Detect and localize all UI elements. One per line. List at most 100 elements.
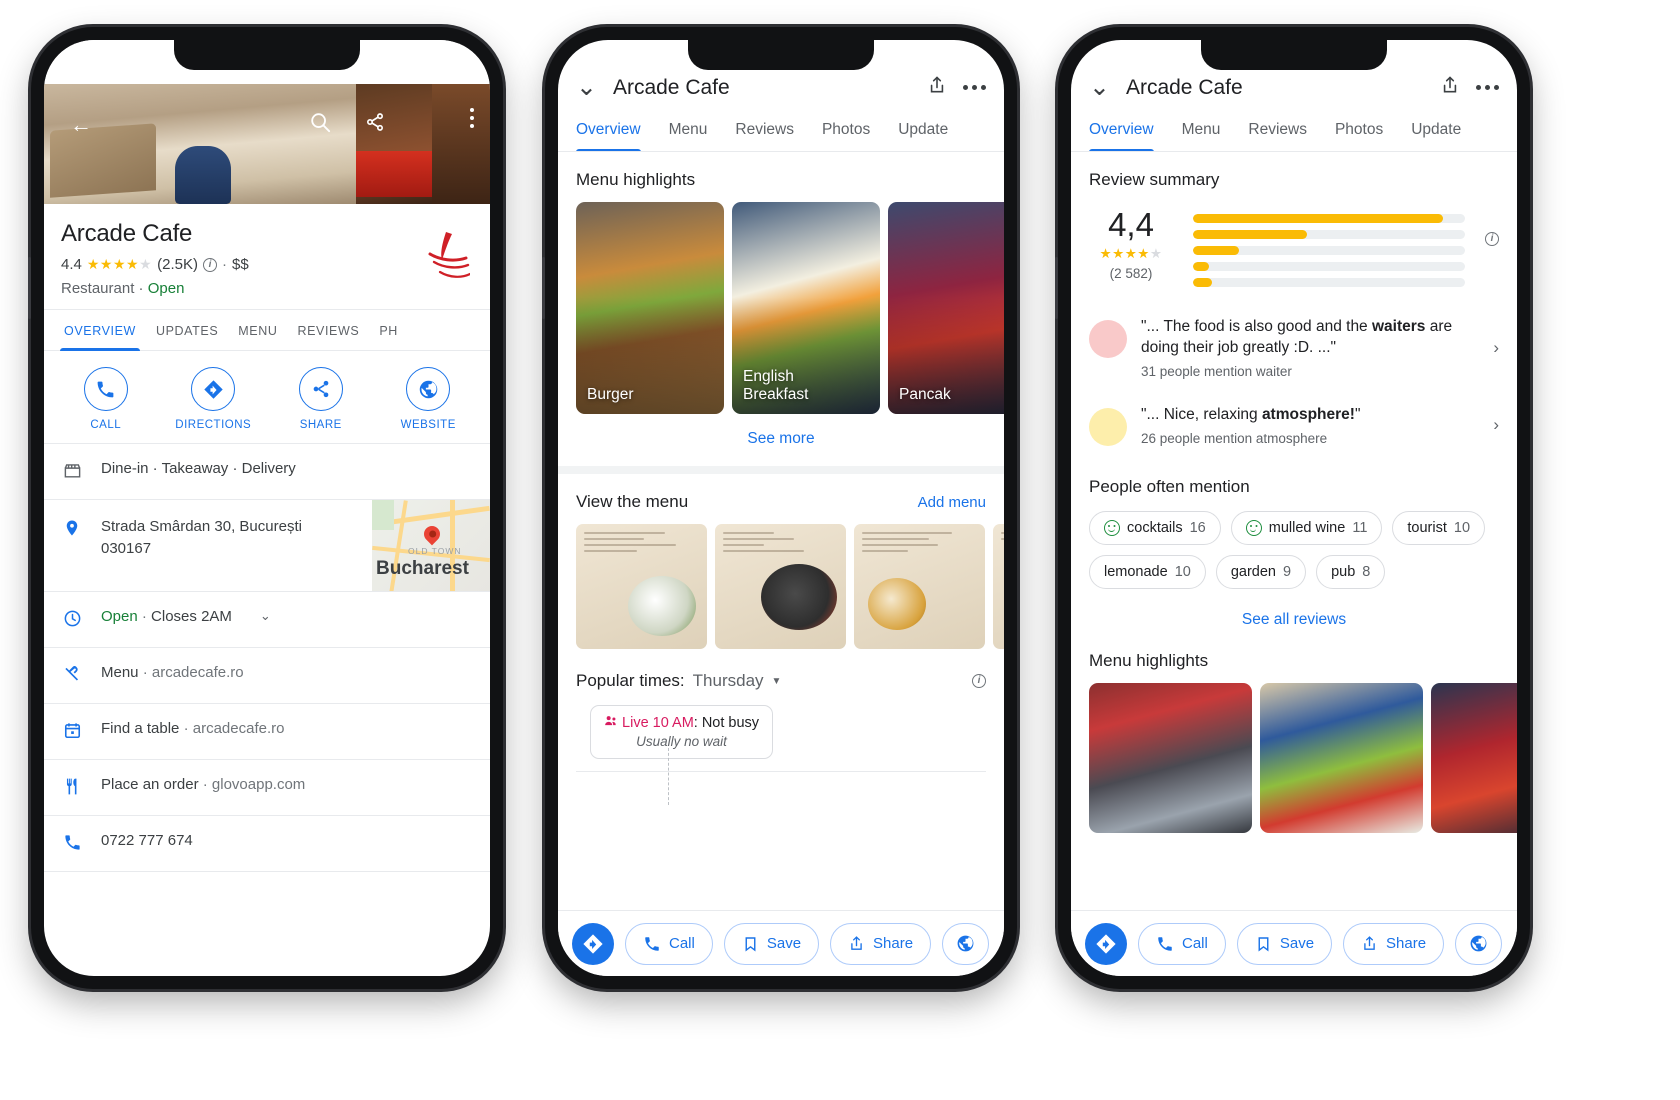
call-button[interactable]: Call — [1138, 922, 1226, 965]
menu-highlight-card[interactable] — [1260, 682, 1423, 833]
hero-photo-3[interactable] — [432, 84, 490, 204]
search-icon[interactable] — [309, 111, 331, 138]
more-vertical-icon[interactable] — [470, 108, 474, 132]
hours-row[interactable]: Open · Closes 2AM ⌄ — [44, 592, 490, 648]
phone1-notch — [174, 40, 360, 70]
chevron-down-icon[interactable]: ⌄ — [576, 75, 597, 100]
share-upload-icon[interactable] — [927, 74, 947, 101]
tab-photos[interactable]: PH — [369, 310, 408, 350]
menu-highlight-card[interactable]: Burger — [576, 202, 724, 414]
directions-fab[interactable] — [1085, 922, 1127, 965]
share-icon[interactable] — [365, 112, 385, 137]
menu-highlights-carousel[interactable] — [1071, 682, 1517, 833]
avatar — [1089, 407, 1127, 446]
tab-reviews[interactable]: Reviews — [1248, 121, 1307, 151]
menu-photo-card[interactable] — [993, 524, 1004, 649]
tab-reviews[interactable]: Reviews — [735, 121, 794, 151]
map-thumbnail[interactable]: OLD TOWN Bucharest — [372, 500, 490, 591]
menu-highlight-card[interactable]: Pancak — [888, 202, 1004, 414]
chevron-right-icon[interactable]: › — [1493, 338, 1499, 358]
tab-menu[interactable]: Menu — [1182, 121, 1221, 151]
tab-menu[interactable]: Menu — [669, 121, 708, 151]
more-horizontal-icon[interactable] — [963, 85, 986, 90]
review-snippet[interactable]: "... The food is also good and the waite… — [1071, 304, 1517, 392]
tab-overview[interactable]: Overview — [576, 121, 641, 151]
chip-count: 10 — [1174, 563, 1191, 580]
histogram-info[interactable]: i — [1485, 206, 1499, 246]
share-button[interactable]: Share — [1343, 922, 1445, 965]
tab-overview[interactable]: OVERVIEW — [54, 310, 146, 351]
call-button[interactable]: Call — [625, 922, 713, 965]
star-rating: ★★★★★ — [1099, 246, 1163, 261]
info-icon[interactable]: i — [202, 257, 217, 272]
share-label: Share — [1386, 935, 1427, 952]
place-tabbar[interactable]: OVERVIEW UPDATES MENU REVIEWS PH — [44, 309, 490, 351]
share-upload-icon[interactable] — [1440, 74, 1460, 101]
menu-link-row[interactable]: Menu · arcadecafe.ro — [44, 648, 490, 704]
menu-highlights-carousel[interactable]: Burger English Breakfast Pancak — [558, 202, 1004, 414]
mention-chip[interactable]: garden 9 — [1215, 554, 1307, 589]
detail-tabbar[interactable]: Overview Menu Reviews Photos Update — [1071, 109, 1517, 152]
menu-highlight-caption: Pancak — [899, 386, 951, 404]
hero-photo-2[interactable] — [356, 84, 432, 204]
menu-photo-card[interactable] — [854, 524, 985, 649]
see-all-reviews-link[interactable]: See all reviews — [1071, 595, 1517, 643]
menu-highlight-card[interactable] — [1431, 682, 1517, 833]
chevron-right-icon[interactable]: › — [1493, 415, 1499, 435]
review-quote: "... The food is also good and the waite… — [1141, 318, 1453, 356]
tab-updates[interactable]: Update — [898, 121, 948, 151]
caret-down-icon[interactable]: ▼ — [772, 676, 782, 687]
tab-photos[interactable]: Photos — [822, 121, 870, 151]
menu-photos-carousel[interactable] — [558, 524, 1004, 649]
menu-photo-card[interactable] — [715, 524, 846, 649]
directions-fab[interactable] — [572, 922, 614, 965]
tab-updates[interactable]: UPDATES — [146, 310, 228, 350]
tab-updates[interactable]: Update — [1411, 121, 1461, 151]
mention-chip[interactable]: tourist 10 — [1392, 510, 1486, 545]
tab-reviews[interactable]: REVIEWS — [287, 310, 369, 350]
map-pin-icon — [420, 522, 444, 546]
tab-overview[interactable]: Overview — [1089, 121, 1154, 151]
back-arrow-icon[interactable]: ← — [70, 112, 92, 138]
mention-chip[interactable]: lemonade 10 — [1089, 554, 1206, 589]
detail-tabbar[interactable]: Overview Menu Reviews Photos Update — [558, 109, 1004, 152]
info-icon[interactable]: i — [972, 674, 986, 688]
save-button[interactable]: Save — [1236, 922, 1333, 965]
hero-photo-1[interactable] — [44, 84, 357, 204]
share-button[interactable]: Share — [830, 922, 932, 965]
histogram-bar — [1193, 262, 1465, 271]
directions-button[interactable]: DIRECTIONS — [160, 367, 268, 431]
address-row[interactable]: Strada Smârdan 30, București 030167 OLD T… — [44, 500, 490, 592]
tab-photos[interactable]: Photos — [1335, 121, 1383, 151]
menu-highlight-card[interactable]: English Breakfast — [732, 202, 880, 414]
view-menu-heading: View the menu — [576, 492, 689, 511]
place-photo-gallery[interactable]: ← — [44, 84, 490, 204]
info-icon[interactable]: i — [1485, 232, 1499, 246]
add-menu-button[interactable]: Add menu — [918, 494, 986, 511]
place-order-row[interactable]: Place an order · glovoapp.com — [44, 760, 490, 816]
menu-photo-card[interactable] — [576, 524, 707, 649]
chevron-down-icon[interactable]: ⌄ — [260, 608, 271, 624]
website-button[interactable] — [942, 922, 990, 965]
see-more-link[interactable]: See more — [558, 414, 1004, 474]
cutlery-icon — [61, 664, 83, 684]
review-summary-heading: Review summary — [1089, 170, 1220, 189]
phone-number-row[interactable]: 0722 777 674 — [44, 816, 490, 872]
mention-chip[interactable]: pub 8 — [1316, 554, 1386, 589]
review-snippet[interactable]: "... Nice, relaxing atmosphere!" 26 peop… — [1071, 392, 1517, 459]
mention-chip[interactable]: cocktails 16 — [1089, 510, 1221, 545]
website-button[interactable]: WEBSITE — [375, 367, 483, 431]
save-button[interactable]: Save — [723, 922, 820, 965]
popular-times-day[interactable]: Thursday — [693, 671, 764, 691]
menu-highlight-card[interactable] — [1089, 682, 1252, 833]
service-options-row[interactable]: Dine-in · Takeaway · Delivery — [44, 444, 490, 500]
mention-chip[interactable]: mulled wine 11 — [1230, 510, 1383, 545]
find-table-row[interactable]: Find a table · arcadecafe.ro — [44, 704, 490, 760]
chevron-down-icon[interactable]: ⌄ — [1089, 75, 1110, 100]
website-button[interactable] — [1455, 922, 1503, 965]
more-horizontal-icon[interactable] — [1476, 85, 1499, 90]
tab-menu[interactable]: MENU — [228, 310, 287, 350]
call-button[interactable]: CALL — [52, 367, 160, 431]
share-button[interactable]: SHARE — [267, 367, 375, 431]
histogram-bar — [1193, 230, 1465, 239]
